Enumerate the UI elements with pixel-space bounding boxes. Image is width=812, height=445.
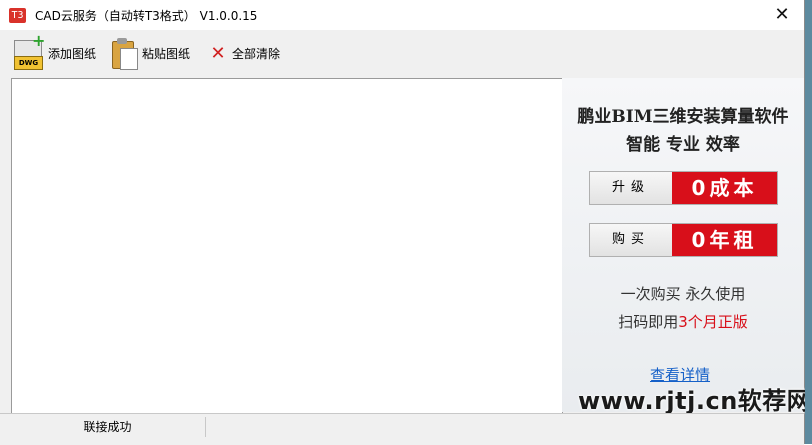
ad-trial-prefix: 扫码即用 — [618, 313, 679, 331]
window-title: CAD云服务（自动转T3格式） V1.0.0.15 — [35, 9, 258, 23]
app-window: T3 CAD云服务（自动转T3格式） V1.0.0.15 ✕ DWG + 添加图… — [0, 0, 811, 445]
paste-drawing-label: 粘贴图纸 — [142, 46, 191, 61]
promo-upgrade: 升级 0成本 — [589, 171, 778, 205]
ad-headline: 鹏业BIM三维安装算量软件 — [577, 107, 789, 127]
clear-all-label: 全部清除 — [232, 46, 281, 61]
ad-line-permanent: 一次购买 永久使用 — [620, 285, 746, 303]
add-drawing-button[interactable]: DWG + 添加图纸 — [12, 33, 97, 72]
clear-all-button[interactable]: ✕ 全部清除 — [208, 34, 280, 72]
clipboard-icon — [110, 36, 138, 70]
ad-trial-highlight: 3个月正版 — [678, 313, 748, 331]
status-bar: 联接成功 — [0, 413, 804, 445]
app-logo-icon: T3 — [9, 8, 26, 23]
desktop-background-strip — [805, 0, 812, 444]
site-watermark: www.rjtj.cn软荐网 — [578, 387, 812, 415]
add-drawing-label: 添加图纸 — [48, 46, 97, 61]
drawing-list-area[interactable] — [11, 78, 563, 414]
connection-status: 联接成功 — [10, 417, 206, 437]
close-button[interactable]: ✕ — [760, 0, 804, 30]
promo-buy: 购买 0年租 — [589, 223, 778, 257]
ad-line-trial: 扫码即用3个月正版 — [562, 311, 804, 332]
paste-drawing-button[interactable]: 粘贴图纸 — [110, 34, 190, 72]
ad-panel[interactable]: 鹏业BIM三维安装算量软件 智能 专业 效率 升级 0成本 购买 0年租 一次购… — [562, 78, 804, 412]
ad-subheadline: 智能 专业 效率 — [626, 135, 740, 155]
toolbar: DWG + 添加图纸 粘贴图纸 ✕ 全部清除 — [0, 31, 804, 77]
red-x-icon: ✕ — [210, 42, 226, 64]
title-bar: T3 CAD云服务（自动转T3格式） V1.0.0.15 ✕ — [0, 0, 804, 30]
dwg-add-icon: DWG + — [12, 33, 45, 70]
promo-buy-label: 购买 — [590, 224, 672, 256]
promo-upgrade-label: 升级 — [590, 172, 672, 204]
promo-buy-value: 0年租 — [672, 224, 777, 256]
promo-upgrade-value: 0成本 — [672, 172, 777, 204]
